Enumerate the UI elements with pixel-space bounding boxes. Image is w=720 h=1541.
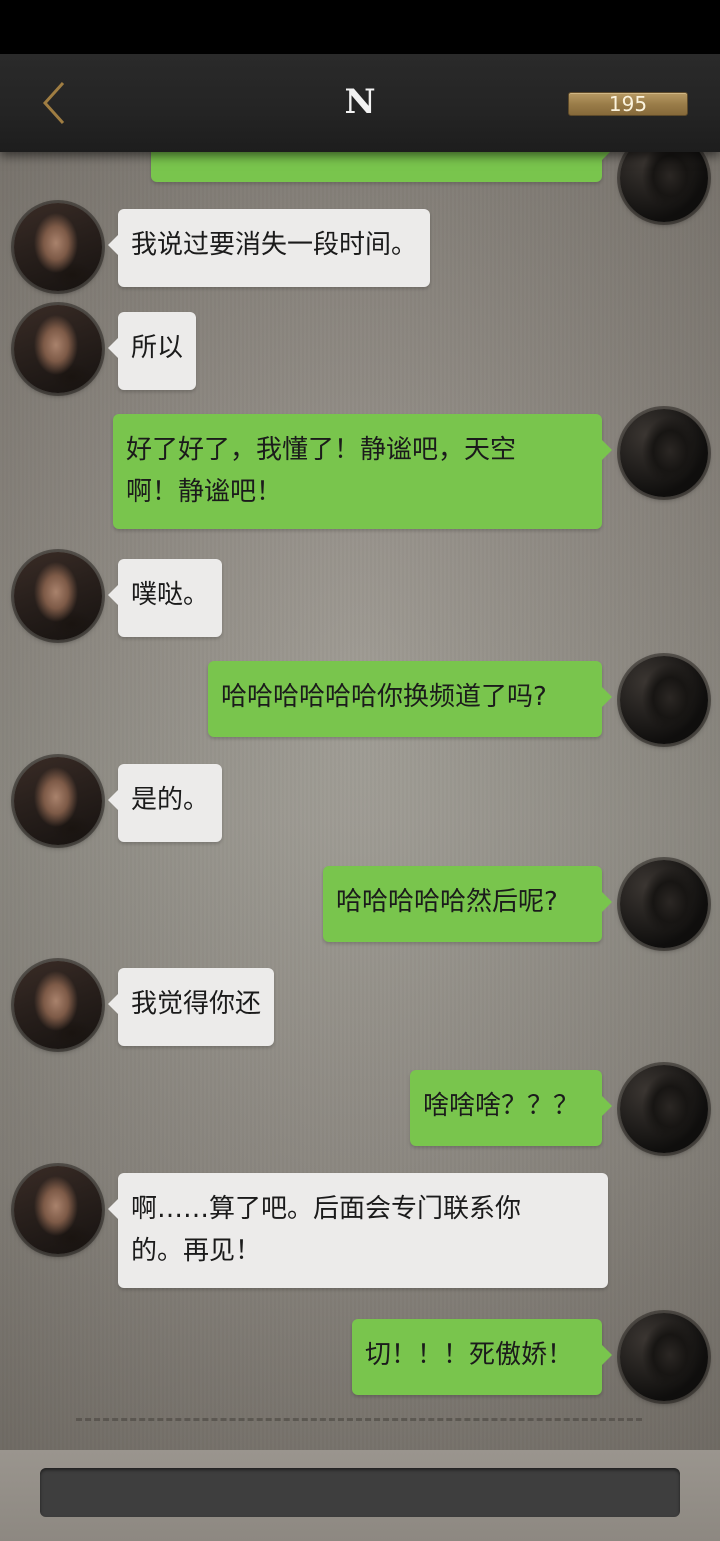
input-bar <box>0 1450 720 1541</box>
player-avatar[interactable] <box>620 860 708 948</box>
message-text: 切！！！死傲娇！ <box>365 1340 574 1370</box>
npc-avatar[interactable] <box>14 305 102 393</box>
coin-counter: 195 <box>568 92 688 116</box>
message-bubble-player: 切！！！死傲娇！ <box>352 1319 612 1395</box>
message-text: 我说过要消失一段时间。 <box>131 230 418 260</box>
message-input[interactable] <box>40 1468 680 1517</box>
player-avatar[interactable] <box>620 1313 708 1401</box>
message-bubble-npc: 是的。 <box>107 764 223 842</box>
message-text: 噗哒。 <box>131 580 210 610</box>
message-text: 我觉得你还 <box>131 989 262 1019</box>
message-bubble-player: 啥啥啥？？？ <box>410 1070 612 1146</box>
player-avatar[interactable] <box>620 409 708 497</box>
player-avatar[interactable] <box>620 1065 708 1153</box>
chat-end-divider <box>76 1418 642 1421</box>
message-bubble-player: 哈哈哈哈哈然后呢? <box>323 866 612 942</box>
npc-avatar[interactable] <box>14 203 102 291</box>
message-list[interactable]: 我说过要消失一段时间。 所以 好了好了，我懂了！静谧吧，天空 啊！静谧吧！ 噗哒… <box>0 54 720 1450</box>
message-bubble-npc: 啊……算了吧。后面会专门联系你 的。再见！ <box>108 1173 608 1288</box>
npc-avatar[interactable] <box>14 961 102 1049</box>
npc-avatar[interactable] <box>14 757 102 845</box>
message-bubble-npc: 我说过要消失一段时间。 <box>107 209 431 287</box>
message-text: 哈哈哈哈哈然后呢? <box>336 887 558 917</box>
message-bubble-player: 哈哈哈哈哈哈你换频道了吗? <box>208 661 612 737</box>
message-text: 啊……算了吧。后面会专门联系你 的。再见！ <box>131 1194 522 1266</box>
status-bar <box>0 0 720 54</box>
message-text: 好了好了，我懂了！静谧吧，天空 啊！静谧吧！ <box>126 435 517 507</box>
message-bubble-npc: 噗哒。 <box>107 559 223 637</box>
chat-screen: 我说过要消失一段时间。 所以 好了好了，我懂了！静谧吧，天空 啊！静谧吧！ 噗哒… <box>0 0 720 1541</box>
npc-avatar[interactable] <box>14 1166 102 1254</box>
top-bar: N 195 <box>0 54 720 152</box>
chat-area[interactable]: 我说过要消失一段时间。 所以 好了好了，我懂了！静谧吧，天空 啊！静谧吧！ 噗哒… <box>0 54 720 1450</box>
message-bubble-npc: 所以 <box>107 312 197 390</box>
message-text: 是的。 <box>131 785 210 815</box>
message-text: 啥啥啥？？？ <box>423 1091 580 1121</box>
message-text: 所以 <box>131 333 184 363</box>
message-bubble-npc: 我觉得你还 <box>107 968 275 1046</box>
npc-avatar[interactable] <box>14 552 102 640</box>
message-text: 哈哈哈哈哈哈你换频道了吗? <box>221 682 547 712</box>
player-avatar[interactable] <box>620 656 708 744</box>
message-bubble-player: 好了好了，我懂了！静谧吧，天空 啊！静谧吧！ <box>113 414 612 529</box>
